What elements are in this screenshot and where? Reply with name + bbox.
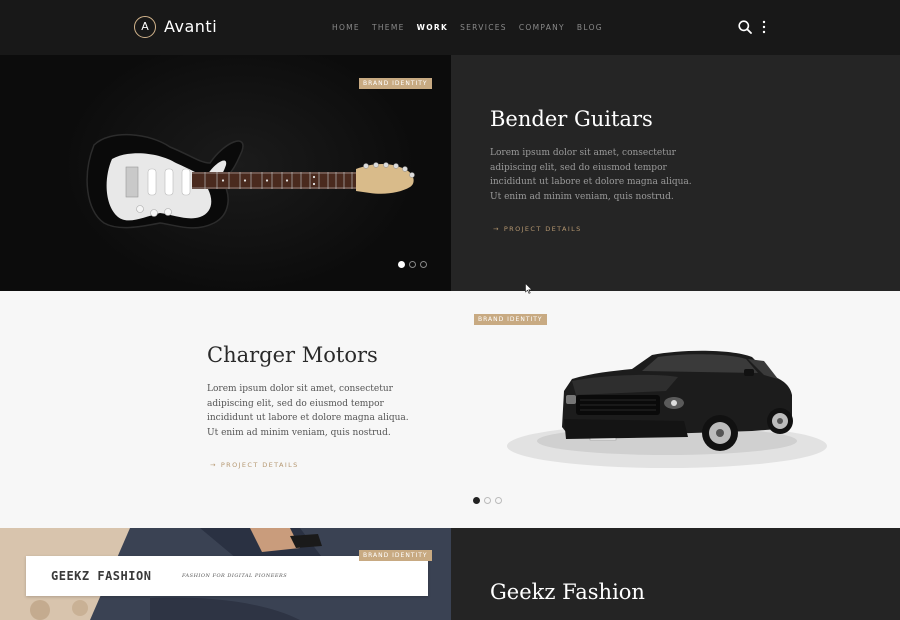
project-charger-motors: Charger Motors Lorem ipsum dolor sit ame… [0, 291, 900, 528]
arrow-right-icon: → [493, 225, 500, 233]
nav-company[interactable]: COMPANY [519, 23, 565, 32]
nav-theme[interactable]: THEME [372, 23, 405, 32]
project-bender-guitars: BRAND IDENTITY Bender Guitars Lorem ipsu… [0, 55, 900, 291]
slide-dot-2[interactable] [409, 261, 416, 268]
site-header: A Avanti HOME THEME WORK SERVICES COMPAN… [0, 0, 900, 55]
project-description: Lorem ipsum dolor sit amet, consectetur … [490, 148, 692, 203]
category-badge: BRAND IDENTITY [474, 314, 547, 325]
fashion-tagline: FASHION FOR DIGITAL PIONEERS [182, 573, 288, 579]
project-details-label: PROJECT DETAILS [220, 461, 299, 469]
nav-work[interactable]: WORK [417, 23, 448, 32]
mouse-cursor-icon [525, 283, 533, 294]
slide-dot-3[interactable] [495, 497, 502, 504]
search-icon[interactable] [738, 20, 752, 34]
main-nav: HOME THEME WORK SERVICES COMPANY BLOG [332, 23, 615, 32]
car-illustration [507, 350, 827, 468]
arrow-right-icon: → [210, 461, 217, 469]
project-details-link[interactable]: → PROJECT DETAILS [493, 225, 582, 233]
project-title: Geekz Fashion [490, 580, 645, 604]
project-description: Lorem ipsum dolor sit amet, consectetur … [207, 384, 409, 439]
slide-dot-1[interactable] [473, 497, 480, 504]
project-details-link[interactable]: → PROJECT DETAILS [210, 461, 299, 469]
project-details-label: PROJECT DETAILS [503, 225, 582, 233]
slide-dots [473, 497, 502, 504]
category-badge: BRAND IDENTITY [359, 78, 432, 89]
slide-dot-3[interactable] [420, 261, 427, 268]
nav-blog[interactable]: BLOG [577, 23, 603, 32]
project-info: Geekz Fashion [451, 528, 900, 620]
fashion-image: GEEKZ FASHION FASHION FOR DIGITAL PIONEE… [0, 528, 451, 620]
nav-services[interactable]: SERVICES [460, 23, 507, 32]
slide-dots [398, 261, 427, 268]
project-info: Bender Guitars Lorem ipsum dolor sit ame… [451, 55, 900, 291]
guitar-illustration [86, 134, 415, 229]
project-geekz-fashion: GEEKZ FASHION FASHION FOR DIGITAL PIONEE… [0, 528, 900, 620]
guitar-image: BRAND IDENTITY [0, 55, 451, 291]
nav-home[interactable]: HOME [332, 23, 360, 32]
logo-text[interactable]: Avanti [164, 17, 217, 36]
project-title: Bender Guitars [490, 107, 653, 131]
category-badge: BRAND IDENTITY [359, 550, 432, 561]
project-title: Charger Motors [207, 343, 378, 367]
logo-mark[interactable]: A [134, 16, 156, 38]
slide-dot-2[interactable] [484, 497, 491, 504]
fashion-logo: GEEKZ FASHION [51, 569, 152, 583]
fashion-brand-card: GEEKZ FASHION FASHION FOR DIGITAL PIONEE… [26, 556, 428, 596]
more-vertical-icon[interactable] [761, 19, 767, 35]
car-image: BRAND IDENTITY [452, 291, 900, 528]
slide-dot-1[interactable] [398, 261, 405, 268]
